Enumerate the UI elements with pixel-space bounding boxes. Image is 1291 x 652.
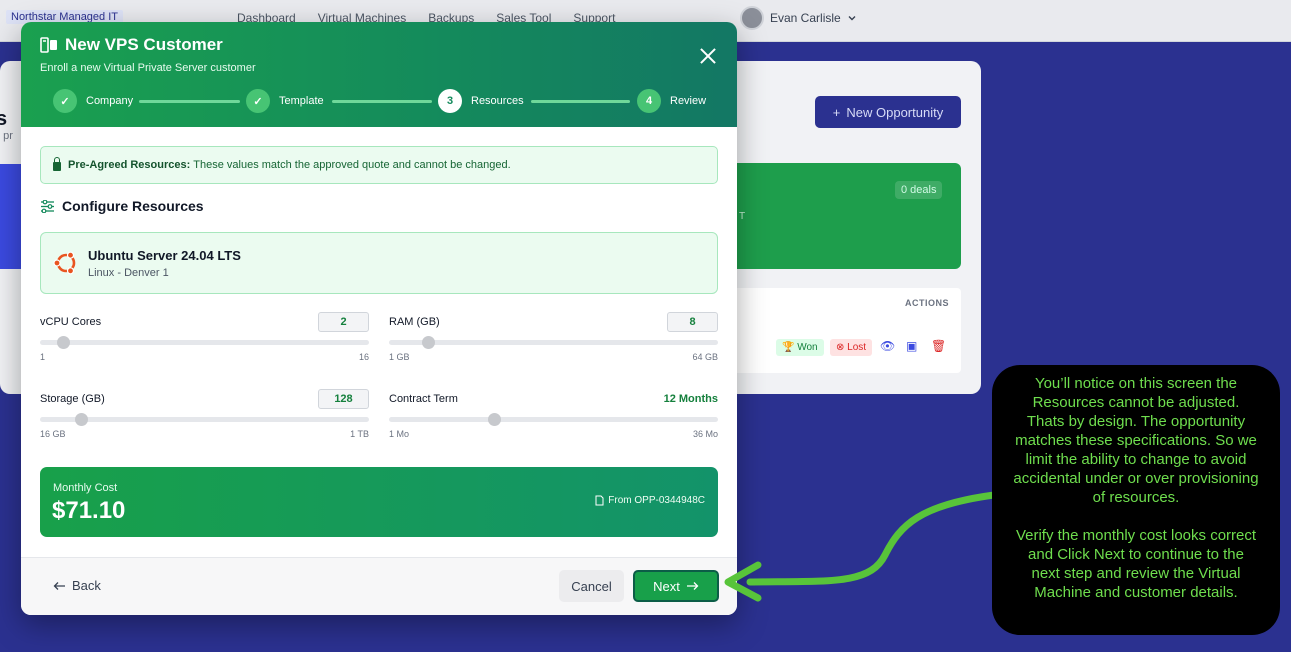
callout-paragraph: You’ll notice on this screen the Resourc… (1013, 375, 1259, 506)
plus-icon: + (832, 104, 841, 120)
contract-term-min: 1 Mo (389, 429, 410, 439)
vcpu-slider (40, 336, 369, 349)
vcpu-value: 2 (318, 312, 369, 332)
back-button[interactable]: Back (53, 578, 101, 593)
monthly-cost-card: Monthly Cost $71.10 From OPP-0344948C (40, 467, 718, 537)
contract-term-slider (389, 413, 718, 426)
template-card: Ubuntu Server 24.04 LTS Linux - Denver 1 (40, 232, 718, 294)
stat-card-text: T (739, 211, 746, 222)
new-vps-customer-modal: New VPS Customer Enroll a new Virtual Pr… (21, 22, 737, 615)
contract-term-slider-thumb (488, 413, 502, 426)
step-number: 3 (438, 89, 462, 113)
pre-agreed-notice: Pre-Agreed Resources: These values match… (40, 146, 718, 184)
ram-slider-thumb (422, 336, 436, 349)
view-icon[interactable]: 👁 (880, 339, 895, 353)
modal-header: New VPS Customer Enroll a new Virtual Pr… (21, 22, 737, 127)
template-name: Ubuntu Server 24.04 LTS (88, 248, 241, 263)
step-number: 4 (637, 89, 661, 113)
storage-value: 128 (318, 389, 369, 409)
deals-badge: 0 deals (895, 181, 943, 199)
ram-slider (389, 336, 718, 349)
vcpu-label: vCPU Cores (40, 316, 102, 328)
step-resources: 3 Resources (438, 89, 524, 113)
notice-title: Pre-Agreed Resources: (68, 159, 191, 171)
vcpu-slider-thumb (57, 336, 71, 349)
avatar (740, 6, 764, 30)
storage-min: 16 GB (40, 429, 66, 439)
ram-min: 1 GB (389, 352, 410, 362)
annotation-callout: You’ll notice on this screen the Resourc… (992, 365, 1280, 635)
step-company: ✓ Company (53, 89, 133, 113)
server-icon (40, 37, 57, 53)
next-button[interactable]: Next (633, 570, 719, 602)
notice-text: These values match the approved quote an… (193, 159, 511, 171)
check-icon: ✓ (246, 89, 270, 113)
ram-label: RAM (GB) (389, 316, 440, 328)
modal-subtitle: Enroll a new Virtual Private Server cust… (40, 62, 256, 74)
storage-slider-thumb (75, 413, 89, 426)
ubuntu-icon (53, 251, 76, 275)
ram-max: 64 GB (692, 352, 718, 362)
contract-term-max: 36 Mo (692, 429, 718, 439)
callout-paragraph: Verify the monthly cost looks correct an… (1015, 527, 1257, 601)
monthly-cost-label: Monthly Cost (53, 482, 118, 494)
contract-term-label: Contract Term (389, 393, 458, 405)
document-icon (595, 495, 604, 506)
actions-header: ACTIONS (905, 298, 949, 308)
lock-icon (53, 157, 61, 171)
sliders-icon (41, 199, 54, 213)
opportunity-reference: From OPP-0344948C (595, 495, 705, 506)
chevron-down-icon (848, 16, 856, 21)
lost-button[interactable]: ⊗ Lost (830, 339, 873, 356)
page-subtitle: h pr (0, 130, 13, 142)
close-icon[interactable] (698, 46, 718, 66)
storage-slider (40, 413, 369, 426)
page-title: s (0, 108, 8, 130)
arrow-left-icon (53, 581, 65, 590)
step-review: 4 Review (637, 89, 706, 113)
annotation-arrow (724, 491, 998, 602)
monthly-cost-value: $71.10 (52, 497, 126, 524)
storage-max: 1 TB (350, 429, 369, 439)
trash-icon[interactable]: 🗑 (931, 339, 946, 353)
document-icon[interactable]: ▣ (906, 339, 917, 353)
section-title: Configure Resources (40, 198, 204, 214)
step-connector (531, 100, 630, 103)
storage-label: Storage (GB) (40, 393, 105, 405)
won-button[interactable]: 🏆 Won (776, 339, 824, 356)
user-name: Evan Carlisle (770, 11, 841, 25)
check-icon: ✓ (53, 89, 77, 113)
step-template: ✓ Template (246, 89, 324, 113)
vcpu-min: 1 (40, 352, 46, 362)
ram-value: 8 (667, 312, 718, 332)
new-opportunity-button[interactable]: + New Opportunity (815, 96, 961, 128)
modal-title: New VPS Customer (40, 35, 223, 55)
vcpu-max: 16 (358, 352, 369, 362)
template-location: Linux - Denver 1 (88, 267, 169, 279)
step-connector (139, 100, 240, 103)
contract-term-value: 12 Months (663, 393, 718, 405)
user-menu[interactable]: Evan Carlisle (740, 6, 857, 30)
arrow-right-icon (686, 582, 699, 590)
cancel-button[interactable]: Cancel (559, 570, 624, 602)
modal-footer: Back Cancel Next (21, 557, 737, 615)
step-connector (332, 100, 432, 103)
